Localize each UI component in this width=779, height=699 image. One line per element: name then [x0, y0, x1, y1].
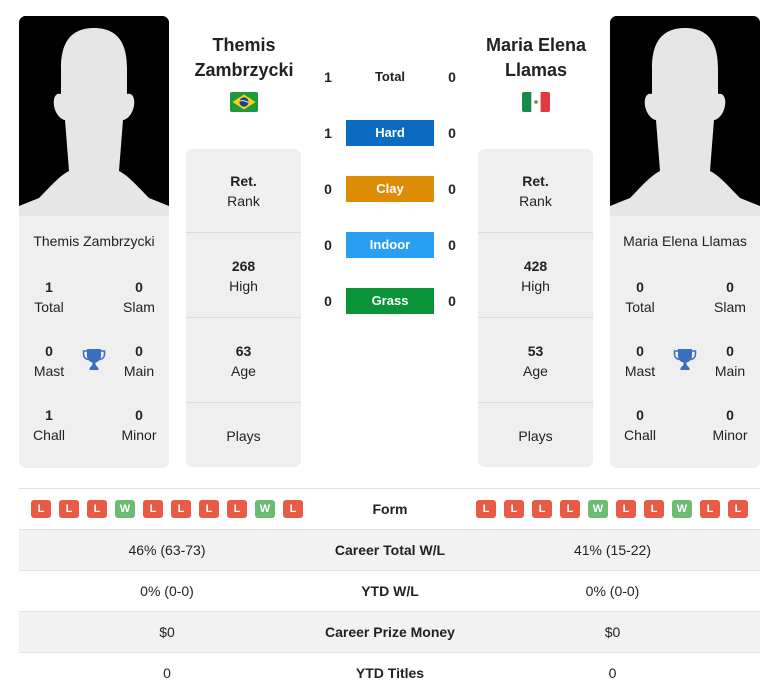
trophy-icon [672, 346, 698, 372]
player1-rank-column: Ret. Rank 268 High 63 Age Plays [186, 149, 301, 467]
player2-card-name: Maria Elena Llamas [623, 233, 747, 249]
form-label: Form [372, 501, 408, 517]
player1-form-badge-loss[interactable]: L [283, 500, 303, 518]
h2h-total-label: Total [374, 69, 406, 84]
h2h-indoor-row: 0 Indoor 0 [316, 232, 464, 258]
player1-titles-minor: 0 Minor [121, 407, 157, 443]
player1-titles-slam: 0 Slam [123, 279, 155, 315]
player1-titles-main: 0 Main [123, 343, 155, 379]
player2-form-badge-win[interactable]: W [672, 500, 692, 518]
h2h-hard-p1: 1 [324, 125, 332, 141]
silhouette-icon [19, 16, 169, 216]
player1-titles-total: 1 Total [34, 279, 64, 315]
player2-titles-minor: 0 Minor [712, 407, 748, 443]
player2-titles-chall: 0 Chall [624, 407, 656, 443]
mexico-flag-icon [522, 92, 550, 112]
player2-form-badge-loss[interactable]: L [504, 500, 524, 518]
grass-surface-badge: Grass [346, 288, 434, 314]
player2-career-wl: 41% (15-22) [573, 542, 652, 558]
player2-form-badge-loss[interactable]: L [728, 500, 748, 518]
player1-form-badge-win[interactable]: W [255, 500, 275, 518]
hard-surface-badge: Hard [346, 120, 434, 146]
player2-titles-slam: 0 Slam [714, 279, 746, 315]
player2-rank: Ret. Rank [478, 149, 593, 233]
h2h-indoor-p2: 0 [448, 237, 456, 253]
h2h-total-row: 1 Total 0 [316, 64, 464, 90]
player2-form-badge-loss[interactable]: L [476, 500, 496, 518]
player1-rank: Ret. Rank [186, 149, 301, 233]
player2-name-heading[interactable]: Maria Elena Llamas [466, 33, 606, 83]
player1-form-badge-win[interactable]: W [115, 500, 135, 518]
player1-form-badge-loss[interactable]: L [143, 500, 163, 518]
player2-rank-column: Ret. Rank 428 High 53 Age Plays [478, 149, 593, 467]
prize-money-row: $0 Career Prize Money $0 [19, 611, 760, 652]
player1-name-heading[interactable]: Themis Zambrzycki [174, 33, 314, 83]
player2-prize-money: $0 [604, 624, 621, 640]
h2h-grass-p2: 0 [448, 293, 456, 309]
ytd-wl-label: YTD W/L [361, 583, 419, 599]
player2-titles-main: 0 Main [714, 343, 746, 379]
h2h-total-p1: 1 [324, 69, 332, 85]
player1-high: 268 High [186, 234, 301, 318]
h2h-clay-p1: 0 [324, 181, 332, 197]
player2-ytd-titles: 0 [608, 665, 617, 681]
player2-form-badge-loss[interactable]: L [560, 500, 580, 518]
h2h-grass-row: 0 Grass 0 [316, 288, 464, 314]
player2-form-badge-loss[interactable]: L [616, 500, 636, 518]
player2-age: 53 Age [478, 319, 593, 403]
player1-titles-mast: 0 Mast [33, 343, 65, 379]
h2h-clay-row: 0 Clay 0 [316, 176, 464, 202]
player1-age: 63 Age [186, 319, 301, 403]
prize-money-label: Career Prize Money [325, 624, 455, 640]
h2h-hard-p2: 0 [448, 125, 456, 141]
player1-form-badge-loss[interactable]: L [59, 500, 79, 518]
player1-ytd-titles: 0 [163, 665, 171, 681]
brazil-flag-icon [230, 92, 258, 112]
player2-card: Maria Elena Llamas 0 Total 0 Slam 0 Mast… [610, 16, 760, 468]
player1-form: LLLWLLLLWL [31, 500, 303, 518]
player2-form-badge-loss[interactable]: L [700, 500, 720, 518]
h2h-indoor-p1: 0 [324, 237, 332, 253]
player1-prize-money: $0 [159, 624, 175, 640]
player1-form-badge-loss[interactable]: L [199, 500, 219, 518]
player1-ytd-wl: 0% (0-0) [140, 583, 194, 599]
player2-form-badge-win[interactable]: W [588, 500, 608, 518]
player2-high: 428 High [478, 234, 593, 318]
h2h-hard-row: 1 Hard 0 [316, 120, 464, 146]
player2-titles-total: 0 Total [625, 279, 655, 315]
career-wl-row: 46% (63-73) Career Total W/L 41% (15-22) [19, 529, 760, 570]
player1-photo [19, 16, 169, 216]
ytd-titles-label: YTD Titles [355, 665, 425, 681]
ytd-wl-row: 0% (0-0) YTD W/L 0% (0-0) [19, 570, 760, 611]
player2-ytd-wl: 0% (0-0) [585, 583, 640, 599]
career-wl-label: Career Total W/L [334, 542, 446, 558]
player1-titles-chall: 1 Chall [33, 407, 65, 443]
player1-plays: Plays [226, 427, 261, 444]
indoor-surface-badge: Indoor [346, 232, 434, 258]
h2h-total-p2: 0 [448, 69, 456, 85]
clay-surface-badge: Clay [346, 176, 434, 202]
player1-card-name: Themis Zambrzycki [33, 233, 155, 249]
player1-form-badge-loss[interactable]: L [31, 500, 51, 518]
h2h-grass-p1: 0 [324, 293, 332, 309]
player2-form-badge-loss[interactable]: L [644, 500, 664, 518]
ytd-titles-row: 0 YTD Titles 0 [19, 652, 760, 693]
player1-form-badge-loss[interactable]: L [227, 500, 247, 518]
player2-form-badge-loss[interactable]: L [532, 500, 552, 518]
player1-card: Themis Zambrzycki 1 Total 0 Slam 0 Mast … [19, 16, 169, 468]
player2-form: LLLLWLLWLL [476, 500, 748, 518]
form-row: LLLWLLLLWL Form LLLLWLLWLL [19, 488, 760, 529]
player2-photo [610, 16, 760, 216]
player2-plays: Plays [518, 427, 553, 444]
player1-form-badge-loss[interactable]: L [171, 500, 191, 518]
trophy-icon [81, 346, 107, 372]
player2-titles-mast: 0 Mast [624, 343, 656, 379]
player1-career-wl: 46% (63-73) [128, 542, 206, 558]
player1-form-badge-loss[interactable]: L [87, 500, 107, 518]
silhouette-icon [610, 16, 760, 216]
h2h-clay-p2: 0 [448, 181, 456, 197]
